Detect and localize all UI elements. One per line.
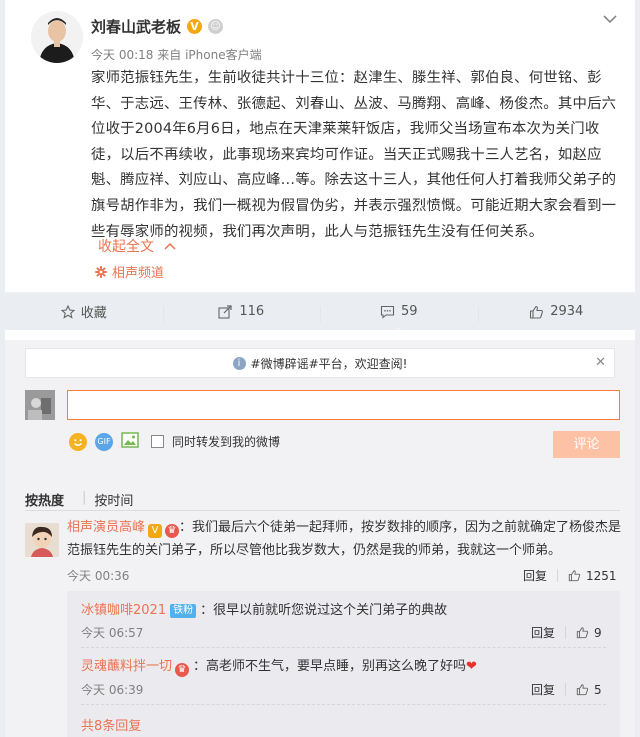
chevron-up-icon xyxy=(164,242,176,250)
comment-time: 今天 00:36 xyxy=(67,569,130,583)
reply-ops: 回复 9 xyxy=(531,624,602,641)
reply-divider xyxy=(81,704,606,705)
repost-count: 116 xyxy=(239,304,265,319)
info-icon: i xyxy=(232,356,246,370)
comment-icon xyxy=(380,305,395,319)
close-icon[interactable]: ✕ xyxy=(595,355,606,370)
post-text: 家师范振钰先生，生前收徒共计十三位：赵津生、滕生祥、郭伯良、何世铭、彭华、于志远… xyxy=(91,70,617,240)
verified-badge-icon: V xyxy=(148,524,163,538)
image-icon[interactable] xyxy=(121,432,139,451)
like-button[interactable]: 2934 xyxy=(477,304,636,322)
reply-button[interactable]: 回复 xyxy=(531,624,555,641)
commenter-name[interactable]: 相声演员高峰 xyxy=(67,520,145,535)
my-avatar xyxy=(25,390,55,420)
comment-tools: GIF 同时转发到我的微博 xyxy=(69,432,280,451)
verified-badge-icon: V xyxy=(187,19,203,34)
reply-like-button[interactable]: 9 xyxy=(576,626,602,640)
reply-time: 今天 06:39 xyxy=(81,683,144,697)
post-source[interactable]: iPhone客户端 xyxy=(185,48,262,62)
author-avatar[interactable] xyxy=(31,11,83,63)
reply-user-name[interactable]: 冰镇咖啡2021 xyxy=(81,603,166,618)
reply-user-name[interactable]: 灵魂蘸料拌一切 xyxy=(81,659,172,674)
source-prefix: 来自 xyxy=(157,48,182,62)
ops-divider xyxy=(557,569,559,582)
topic-flower-icon xyxy=(95,265,107,278)
reply-body: 灵魂蘸料拌一切 ♛ ：高老师不生气，要早点睡，别再这么晚了好吗❤ xyxy=(81,655,477,677)
star-icon xyxy=(60,304,75,319)
post-time[interactable]: 今天 00:18 xyxy=(91,48,153,62)
collapse-label: 收起全文 xyxy=(98,239,154,255)
reply-like-count: 5 xyxy=(594,682,602,697)
reply-divider xyxy=(81,647,606,648)
share-icon xyxy=(218,304,232,319)
comment-like-count: 1251 xyxy=(586,568,617,583)
reply-button[interactable]: 回复 xyxy=(523,567,547,584)
thumb-up-icon xyxy=(568,570,581,582)
reply-like-count: 9 xyxy=(594,625,602,640)
comment-count: 59 xyxy=(400,304,418,319)
heart-emoji: ❤ xyxy=(466,659,477,674)
ops-divider xyxy=(565,683,567,696)
reply-text: ：很早以前就听您说过这个关门弟子的典故 xyxy=(200,603,448,618)
smiley-icon[interactable] xyxy=(69,432,87,451)
repost-label: 同时转发到我的微博 xyxy=(172,435,281,449)
thumb-up-icon xyxy=(576,627,589,639)
author-name[interactable]: 刘春山武老板 xyxy=(91,16,181,37)
comment-body: 相声演员高峰 V ♛ ：我们最后六个徒弟一起拜师，按岁数排的顺序，因为之前就确定了杨俊… xyxy=(67,516,623,562)
fan-badge: 铁粉 xyxy=(170,604,197,618)
like-count: 2934 xyxy=(550,304,584,319)
ops-divider xyxy=(565,626,567,639)
rumor-notice[interactable]: i #微博辟谣#平台，欢迎查阅! ✕ xyxy=(25,348,615,378)
sort-by-time-tab[interactable]: 按时间 xyxy=(94,490,133,509)
author-name-row: 刘春山武老板 V ☺ xyxy=(91,16,224,37)
comments-panel: i #微博辟谣#平台，欢迎查阅! ✕ GIF 同时转发到我的微博 评论 按热度 … xyxy=(5,340,635,737)
reply-like-button[interactable]: 5 xyxy=(576,683,602,697)
repost-checkbox[interactable] xyxy=(151,435,164,448)
comment-input[interactable] xyxy=(67,390,620,420)
submit-comment-button[interactable]: 评论 xyxy=(553,431,620,458)
reply-list: 冰镇咖啡2021 铁粉 ：很早以前就听您说过这个关门弟子的典故 今天 06:57 回… xyxy=(67,591,620,737)
commenter-avatar[interactable] xyxy=(25,523,59,557)
sort-divider-line xyxy=(25,510,620,511)
topic-label: 相声频道 xyxy=(112,266,165,281)
reply-ops: 回复 5 xyxy=(531,681,602,698)
gif-icon[interactable]: GIF xyxy=(95,432,113,451)
notice-text: #微博辟谣#平台，欢迎查阅! xyxy=(250,356,408,371)
comment-like-button[interactable]: 1251 xyxy=(568,569,617,583)
sort-tabs: 按热度 | 按时间 xyxy=(25,490,133,509)
topic-link[interactable]: 相声频道 xyxy=(95,262,164,281)
action-bar: 收藏 116 59 2934 xyxy=(5,292,636,333)
post-meta: 今天 00:18 来自 iPhone客户端 xyxy=(91,46,262,63)
comment-ops: 回复 1251 xyxy=(523,567,617,584)
reply-time: 今天 06:57 xyxy=(81,626,144,640)
thumb-up-icon xyxy=(576,684,589,696)
favorite-button[interactable]: 收藏 xyxy=(5,302,163,321)
sort-by-hot-tab[interactable]: 按热度 xyxy=(25,490,64,509)
more-replies-link[interactable]: 共8条回复 xyxy=(81,715,141,734)
reply-body: 冰镇咖啡2021 铁粉 ：很早以前就听您说过这个关门弟子的典故 xyxy=(81,599,447,618)
fan-level-icon: ♛ xyxy=(165,524,180,538)
reply-text: ：高老师不生气，要早点睡，别再这么晚了好吗 xyxy=(193,659,467,674)
comment-button[interactable]: 59 xyxy=(320,304,478,333)
favorite-label: 收藏 xyxy=(80,306,107,321)
collapse-link[interactable]: 收起全文 xyxy=(98,236,176,256)
repost-button[interactable]: 116 xyxy=(162,304,321,322)
chevron-down-icon[interactable] xyxy=(603,12,617,28)
weibo-card: 刘春山武老板 V ☺ 今天 00:18 来自 iPhone客户端 家师范振钰先生… xyxy=(5,0,635,342)
reply-button[interactable]: 回复 xyxy=(531,681,555,698)
post: 刘春山武老板 V ☺ 今天 00:18 来自 iPhone客户端 家师范振钰先生… xyxy=(5,0,635,292)
sort-divider: | xyxy=(82,490,87,505)
thumb-up-icon xyxy=(530,305,544,319)
fan-level-icon: ♛ xyxy=(175,663,190,677)
robot-icon: ☺ xyxy=(208,19,224,34)
